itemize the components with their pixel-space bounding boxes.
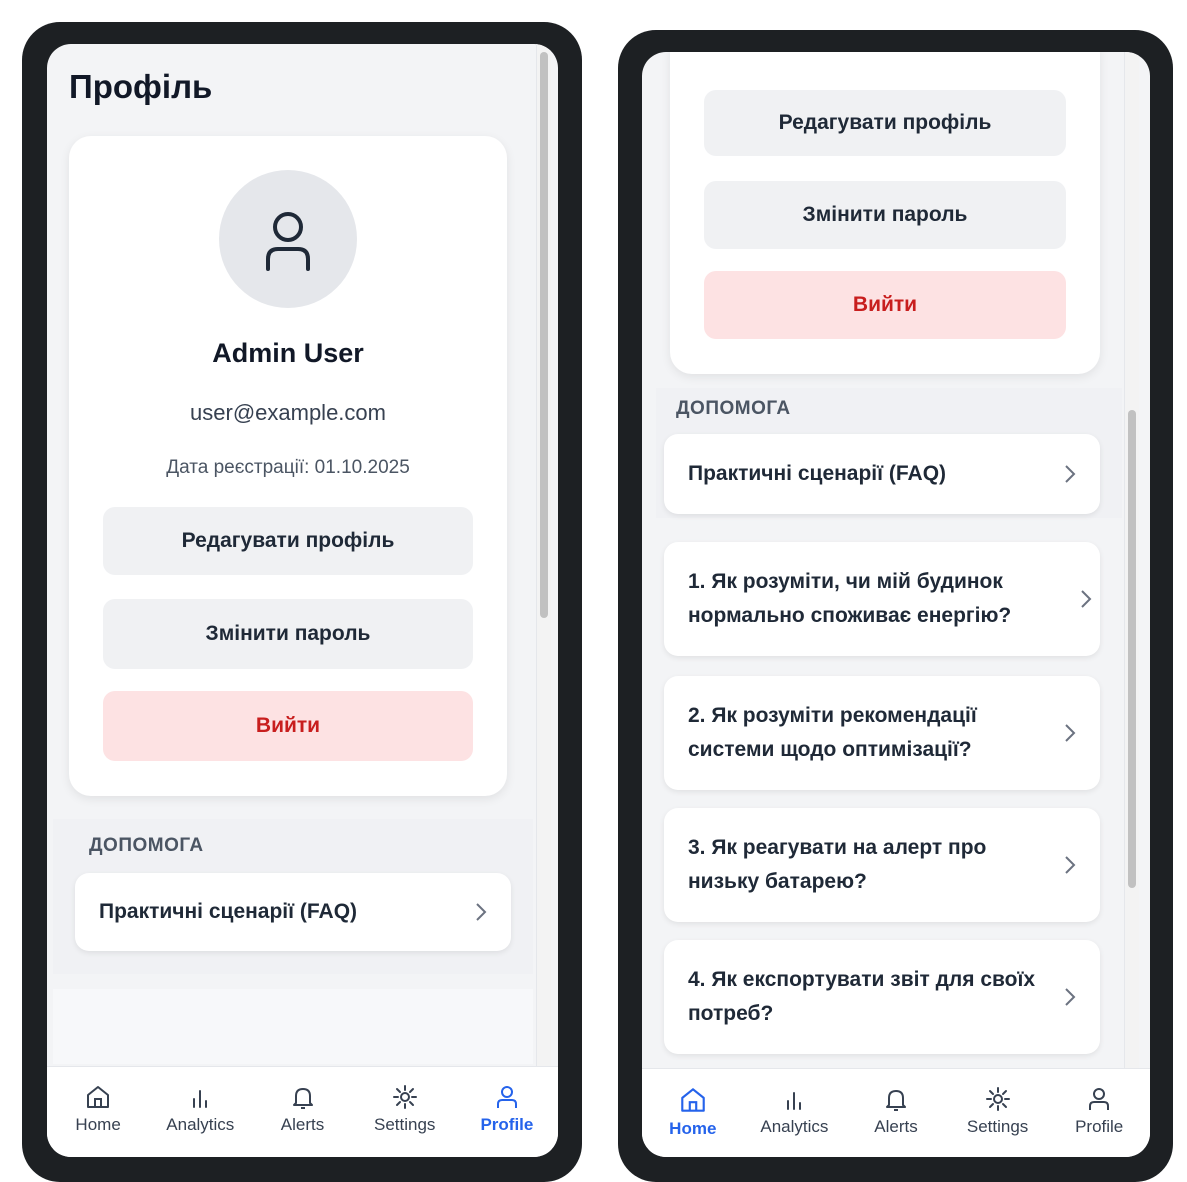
- scrollbar[interactable]: [536, 44, 551, 1066]
- bell-icon: [885, 1090, 906, 1111]
- registration-date: Дата реєстрації: 01.10.2025: [166, 457, 410, 478]
- user-icon: [1089, 1088, 1110, 1110]
- help-section: ДОПОМОГА Практичні сценарії (FAQ): [53, 819, 533, 974]
- nav-profile[interactable]: Profile: [456, 1067, 558, 1157]
- bell-icon: [292, 1088, 313, 1109]
- nav-profile-label: Profile: [480, 1115, 534, 1134]
- nav-alerts[interactable]: Alerts: [251, 1067, 353, 1157]
- analytics-icon: [193, 1090, 208, 1108]
- profile-screen-scrolled: Редагувати профіль Змінити пароль Вийти …: [642, 52, 1150, 1157]
- nav-alerts-label: Alerts: [280, 1115, 325, 1134]
- nav-settings[interactable]: Settings: [354, 1067, 456, 1157]
- page-title: Профіль: [69, 68, 213, 105]
- bottom-nav: Home Analytics Alerts Settings Profile: [642, 1068, 1150, 1157]
- nav-analytics[interactable]: Analytics: [744, 1069, 846, 1157]
- nav-alerts-label: Alerts: [874, 1117, 918, 1136]
- gear-icon: [392, 1085, 417, 1109]
- chevron-right-icon: [1065, 465, 1076, 483]
- faq-item[interactable]: 3. Як реагувати на алерт про низьку бата…: [664, 808, 1100, 922]
- faq-question: 3. Як реагувати на алерт про низьку бата…: [688, 836, 987, 893]
- faq-link[interactable]: Практичні сценарії (FAQ): [75, 873, 511, 951]
- profile-screen: Профіль Admin User user@example.com Дата…: [47, 44, 558, 1157]
- logout-button[interactable]: Вийти: [103, 691, 473, 761]
- section-label-help: ДОПОМОГА: [89, 835, 204, 856]
- content-spacer: [53, 989, 533, 1064]
- phone-frame-right: Редагувати профіль Змінити пароль Вийти …: [618, 30, 1173, 1182]
- nav-analytics-label: Analytics: [760, 1117, 829, 1136]
- edit-profile-button[interactable]: Редагувати профіль: [103, 507, 473, 575]
- bottom-nav: Home Analytics Alerts Settings Profile: [47, 1066, 558, 1157]
- nav-settings[interactable]: Settings: [947, 1069, 1049, 1157]
- chevron-right-icon: [1065, 724, 1076, 742]
- faq-question: 2. Як розуміти рекомендації системи щодо…: [688, 704, 977, 761]
- user-name: Admin User: [212, 338, 364, 368]
- analytics-icon: [787, 1092, 802, 1110]
- chevron-right-icon: [1065, 988, 1076, 1006]
- chevron-right-icon: [1081, 590, 1092, 608]
- faq-question: 4. Як експортувати звіт для своїх потреб…: [688, 968, 1036, 1025]
- nav-analytics[interactable]: Analytics: [149, 1067, 251, 1157]
- chevron-right-icon: [476, 903, 487, 921]
- chevron-right-icon: [1065, 856, 1076, 874]
- faq-item[interactable]: 4. Як експортувати звіт для своїх потреб…: [664, 940, 1100, 1054]
- phone-frame-left: Профіль Admin User user@example.com Дата…: [22, 22, 582, 1182]
- faq-link-label: Практичні сценарії (FAQ): [688, 462, 947, 485]
- edit-profile-button[interactable]: Редагувати профіль: [704, 90, 1066, 156]
- profile-card: Admin User user@example.com Дата реєстра…: [69, 136, 507, 796]
- nav-settings-label: Settings: [966, 1117, 1029, 1136]
- nav-settings-label: Settings: [373, 1115, 436, 1134]
- nav-analytics-label: Analytics: [166, 1115, 235, 1134]
- nav-profile[interactable]: Profile: [1048, 1069, 1150, 1157]
- nav-profile-label: Profile: [1075, 1117, 1124, 1136]
- section-label-help: ДОПОМОГА: [676, 398, 791, 419]
- user-icon: [266, 212, 310, 271]
- scrollbar-thumb[interactable]: [540, 52, 548, 618]
- scrollbar-thumb[interactable]: [1128, 410, 1136, 888]
- nav-home[interactable]: Home: [642, 1069, 744, 1157]
- faq-question: 1. Як розуміти, чи мій будинок нормально…: [688, 570, 1012, 627]
- change-password-button[interactable]: Змінити пароль: [103, 599, 473, 669]
- faq-link[interactable]: Практичні сценарії (FAQ): [664, 434, 1100, 514]
- nav-home-label: Home: [75, 1115, 121, 1134]
- avatar: [219, 170, 357, 308]
- faq-item[interactable]: 2. Як розуміти рекомендації системи щодо…: [664, 676, 1100, 790]
- logout-button[interactable]: Вийти: [704, 271, 1066, 339]
- profile-card: Редагувати профіль Змінити пароль Вийти: [670, 52, 1100, 374]
- nav-home-label: Home: [669, 1119, 717, 1138]
- nav-home[interactable]: Home: [47, 1067, 149, 1157]
- nav-alerts[interactable]: Alerts: [845, 1069, 947, 1157]
- user-icon: [496, 1086, 517, 1108]
- gear-icon: [985, 1087, 1010, 1111]
- scrollbar[interactable]: [1124, 52, 1139, 1068]
- change-password-button[interactable]: Змінити пароль: [704, 181, 1066, 249]
- home-icon: [87, 1086, 110, 1108]
- faq-item[interactable]: 1. Як розуміти, чи мій будинок нормально…: [664, 542, 1100, 656]
- user-email: user@example.com: [190, 400, 386, 425]
- home-icon: [681, 1088, 705, 1112]
- faq-link-label: Практичні сценарії (FAQ): [99, 900, 358, 923]
